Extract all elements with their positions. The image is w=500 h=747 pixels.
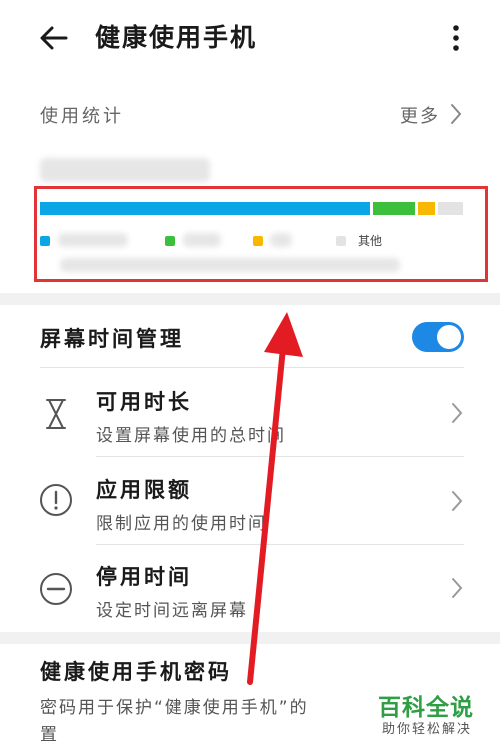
top-bar: 健康使用手机	[0, 0, 500, 72]
available-time-subtitle: 设置屏幕使用的总时间	[96, 426, 286, 446]
alert-circle-icon	[40, 484, 72, 516]
divider	[40, 367, 464, 368]
hourglass-icon	[46, 399, 66, 429]
section-divider	[0, 632, 500, 644]
password-description: 密码用于保护“健康使用手机”的	[40, 698, 309, 718]
available-time-title: 可用时长	[96, 390, 192, 414]
app-limits-subtitle: 限制应用的使用时间	[96, 514, 267, 534]
divider	[96, 456, 464, 457]
usage-bar-segment-other	[438, 202, 463, 215]
blurred-legend-app-1	[58, 233, 128, 247]
usage-stats-more-link[interactable]: 更多	[400, 102, 440, 128]
downtime-subtitle: 设定时间远离屏幕	[96, 601, 248, 621]
watermark-logo: 百科全说 助你轻松解决	[360, 688, 500, 747]
password-description-cont: 置	[40, 725, 59, 745]
back-arrow-icon[interactable]	[36, 20, 72, 56]
blurred-total-time	[40, 158, 210, 182]
downtime-title: 停用时间	[96, 565, 192, 589]
usage-bar-segment-app-3	[418, 202, 435, 215]
legend-dot-other	[336, 236, 346, 246]
screen-time-title: 屏幕时间管理	[40, 327, 184, 351]
blurred-legend-app-2	[183, 233, 221, 247]
section-divider	[0, 293, 500, 305]
legend-dot-app-3	[253, 236, 263, 246]
usage-stats-label: 使用统计	[40, 106, 124, 127]
page-title: 健康使用手机	[95, 23, 258, 52]
blurred-usage-times	[60, 258, 400, 272]
usage-bar-segment-app-1	[40, 202, 370, 215]
legend-dot-app-2	[165, 236, 175, 246]
watermark-sub: 助你轻松解决	[382, 722, 473, 737]
blurred-legend-app-3	[270, 233, 292, 247]
chevron-right-icon	[452, 491, 463, 511]
app-limits-title: 应用限额	[96, 478, 192, 502]
legend-dot-app-1	[40, 236, 50, 246]
more-options-icon[interactable]	[446, 20, 466, 56]
chevron-right-icon	[452, 578, 463, 598]
usage-bar-segment-app-2	[373, 202, 415, 215]
password-title: 健康使用手机密码	[40, 660, 232, 684]
minus-circle-icon	[40, 573, 72, 605]
screen-time-toggle[interactable]	[412, 322, 464, 352]
watermark-main: 百科全说	[378, 695, 474, 721]
chevron-right-icon[interactable]	[448, 101, 464, 127]
divider	[96, 544, 464, 545]
chevron-right-icon	[452, 403, 463, 423]
legend-label-other: 其他	[358, 234, 383, 248]
toggle-knob	[437, 325, 461, 349]
